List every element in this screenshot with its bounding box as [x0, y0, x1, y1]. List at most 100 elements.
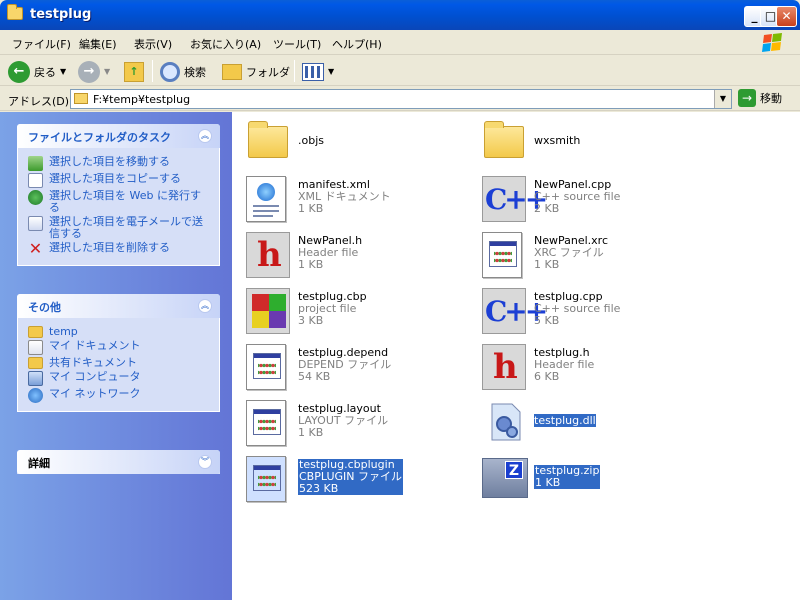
panel-title: 詳細 [28, 457, 50, 470]
file-item-testplug-depend[interactable]: testplug.depend DEPEND ファイル 54 KB [238, 340, 478, 394]
go-label: 移動 [760, 92, 782, 105]
my-computer-icon [28, 371, 43, 386]
menu-file[interactable]: ファイル(F) [12, 36, 71, 52]
cpp-file-icon: C++ [482, 288, 548, 334]
chevron-down-icon: ▼ [60, 67, 67, 76]
folder-icon [484, 121, 524, 158]
panel-header[interactable]: 詳細 ︾ [17, 450, 220, 474]
menu-help[interactable]: ヘルプ(H) [332, 36, 382, 52]
chevron-down-icon: ▼ [104, 67, 111, 76]
address-input[interactable]: F:¥temp¥testplug ▼ [70, 89, 732, 109]
cpp-file-icon: C++ [482, 176, 548, 222]
file-item-testplug-layout[interactable]: testplug.layout LAYOUT ファイル 1 KB [238, 396, 478, 450]
place-my-documents[interactable]: マイ ドキュメント [28, 340, 211, 355]
toolbar: ← 戻る ▼ → ▼ ↑ 検索 フォルダ ▼ [0, 56, 800, 86]
zip-file-icon: Z [482, 458, 528, 498]
file-list: .objs wxsmith manifest.xml XML ドキュメント 1 KB… [232, 112, 800, 600]
address-label: アドレス(D) [8, 95, 70, 108]
address-dropdown[interactable]: ▼ [714, 90, 731, 108]
task-move[interactable]: 選択した項目を移動する [28, 156, 211, 171]
file-item-testplug-cbp[interactable]: testplug.cbp project file 3 KB [238, 284, 478, 338]
file-item-newpanel-xrc[interactable]: NewPanel.xrc XRC ファイル 1 KB [474, 228, 714, 282]
file-folder-tasks-panel: ファイルとフォルダのタスク ︽ 選択した項目を移動する 選択した項目をコピーする… [17, 124, 220, 266]
dll-file-icon [491, 403, 521, 441]
back-button[interactable]: ← 戻る ▼ [8, 60, 66, 83]
place-my-network[interactable]: マイ ネットワーク [28, 388, 211, 403]
menu-bar: ファイル(F) 編集(E) 表示(V) お気に入り(A) ツール(T) ヘルプ(… [0, 30, 800, 55]
place-temp[interactable]: temp [28, 326, 211, 338]
task-copy[interactable]: 選択した項目をコピーする [28, 173, 211, 188]
search-button[interactable]: 検索 [160, 60, 206, 83]
file-item-testplug-h[interactable]: h testplug.h Header file 6 KB [474, 340, 714, 394]
menu-favorites[interactable]: お気に入り(A) [190, 36, 261, 52]
xml-document-icon [246, 176, 286, 222]
other-places-panel: その他 ︽ temp マイ ドキュメント 共有ドキュメント マイ コンピュータ … [17, 294, 220, 412]
file-item-wxsmith[interactable]: wxsmith [474, 116, 714, 170]
views-button[interactable]: ▼ [302, 60, 334, 83]
menu-edit[interactable]: 編集(E) [79, 36, 117, 52]
file-item-testplug-cbplugin[interactable]: testplug.cbplugin CBPLUGIN ファイル 523 KB [238, 452, 478, 506]
up-folder-button[interactable]: ↑ [124, 60, 144, 83]
panel-header[interactable]: その他 ︽ [17, 294, 220, 318]
address-bar: アドレス(D) F:¥temp¥testplug ▼ → 移動 [0, 87, 800, 111]
search-icon [160, 61, 180, 82]
panel-header[interactable]: ファイルとフォルダのタスク ︽ [17, 124, 220, 148]
move-icon [28, 156, 43, 171]
file-item-manifest[interactable]: manifest.xml XML ドキュメント 1 KB [238, 172, 478, 226]
file-item-objs[interactable]: .objs [238, 116, 478, 170]
address-value: F:¥temp¥testplug [93, 93, 191, 106]
delete-icon: ✕ [28, 239, 43, 258]
windows-logo-icon [762, 33, 782, 52]
file-item-testplug-dll[interactable]: testplug.dll [474, 396, 714, 450]
menu-tools[interactable]: ツール(T) [273, 36, 321, 52]
folder-icon [7, 4, 23, 20]
file-item-testplug-cpp[interactable]: C++ testplug.cpp C++ source file 5 KB [474, 284, 714, 338]
folders-label: フォルダ [246, 65, 290, 79]
shared-folder-icon [28, 357, 43, 369]
forward-button[interactable]: → ▼ [78, 60, 110, 83]
content-area: ファイルとフォルダのタスク ︽ 選択した項目を移動する 選択した項目をコピーする… [0, 112, 800, 600]
explorer-window: testplug _ □ ✕ ファイル(F) 編集(E) 表示(V) お気に入り… [0, 0, 800, 600]
codeblocks-project-icon [246, 288, 290, 334]
details-panel: 詳細 ︾ [17, 450, 220, 474]
back-arrow-icon: ← [8, 60, 30, 83]
file-item-testplug-zip[interactable]: Z testplug.zip 1 KB [474, 452, 714, 506]
search-label: 検索 [184, 65, 206, 79]
folder-icon [222, 63, 242, 80]
go-arrow-icon: → [738, 89, 756, 107]
back-label: 戻る [34, 65, 56, 79]
views-icon [302, 62, 324, 81]
header-file-icon: h [246, 232, 290, 278]
chevron-up-icon[interactable]: ︽ [198, 299, 212, 313]
folders-button[interactable]: フォルダ [222, 60, 290, 83]
my-documents-icon [28, 340, 43, 355]
go-button[interactable]: → 移動 [738, 89, 782, 107]
window-title: testplug [30, 7, 92, 22]
file-item-newpanel-h[interactable]: h NewPanel.h Header file 1 KB [238, 228, 478, 282]
panel-title: その他 [28, 301, 61, 314]
chevron-up-icon[interactable]: ︽ [198, 129, 212, 143]
forward-arrow-icon: → [78, 60, 100, 83]
folder-icon [248, 121, 288, 158]
menu-view[interactable]: 表示(V) [134, 36, 172, 52]
chevron-down-icon[interactable]: ︾ [198, 455, 212, 469]
title-bar[interactable]: testplug _ □ ✕ [0, 0, 800, 30]
network-icon [28, 388, 43, 403]
place-my-computer[interactable]: マイ コンピュータ [28, 371, 211, 386]
task-email[interactable]: 選択した項目を電子メールで送信する [28, 216, 211, 240]
place-shared-documents[interactable]: 共有ドキュメント [28, 357, 211, 369]
task-pane: ファイルとフォルダのタスク ︽ 選択した項目を移動する 選択した項目をコピーする… [0, 112, 232, 600]
generic-file-icon [246, 456, 286, 502]
generic-file-icon [482, 232, 522, 278]
generic-file-icon [246, 400, 286, 446]
panel-title: ファイルとフォルダのタスク [28, 131, 171, 144]
task-publish-web[interactable]: 選択した項目を Web に発行する [28, 190, 211, 214]
up-folder-icon: ↑ [124, 61, 144, 82]
task-delete[interactable]: ✕ 選択した項目を削除する [28, 239, 211, 258]
copy-icon [28, 173, 43, 188]
chevron-down-icon: ▼ [328, 67, 335, 76]
folder-icon [74, 93, 88, 104]
web-publish-icon [28, 190, 43, 205]
close-button[interactable]: ✕ [776, 6, 797, 27]
file-item-newpanel-cpp[interactable]: C++ NewPanel.cpp C++ source file 2 KB [474, 172, 714, 226]
